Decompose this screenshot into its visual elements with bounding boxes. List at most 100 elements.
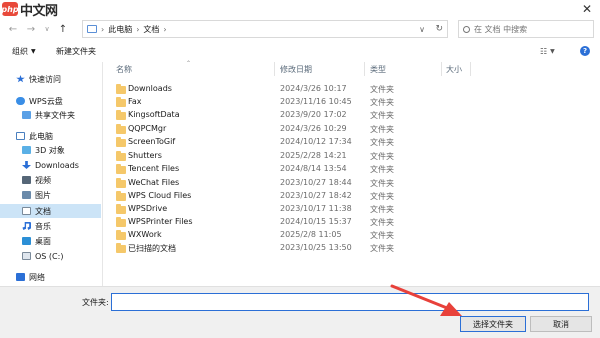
file-name: WeChat Files xyxy=(128,178,180,187)
breadcrumb-documents[interactable]: 文档 xyxy=(143,24,159,35)
search-input[interactable] xyxy=(474,24,584,34)
sidebar-item-label: Downloads xyxy=(35,160,79,170)
file-name: Downloads xyxy=(128,84,172,93)
cloud-icon xyxy=(16,97,25,105)
file-row[interactable]: Downloads 2024/3/26 10:17 文件夹 xyxy=(104,83,464,96)
new-folder-button[interactable]: 新建文件夹 xyxy=(56,46,96,57)
file-row[interactable]: Fax 2023/11/16 10:45 文件夹 xyxy=(104,96,464,109)
breadcrumb-separator: › xyxy=(136,24,140,34)
file-name: WPSPrinter Files xyxy=(128,217,193,226)
file-row[interactable]: 已扫描的文档 2023/10/25 13:50 文件夹 xyxy=(104,242,464,255)
command-bar: 组织 ▼ 新建文件夹 ☷ ▼ ? xyxy=(0,42,600,60)
organize-button[interactable]: 组织 ▼ xyxy=(12,46,36,57)
sidebar-item-documents[interactable]: 文档 xyxy=(0,204,101,218)
sidebar-item-3d-objects[interactable]: 3D 对象 xyxy=(0,143,101,157)
folder-icon xyxy=(116,243,126,253)
folder-icon xyxy=(116,124,126,134)
folder-icon xyxy=(116,230,126,240)
column-divider[interactable] xyxy=(441,62,442,76)
close-icon[interactable]: ✕ xyxy=(582,2,592,16)
file-type: 文件夹 xyxy=(370,165,394,174)
view-options-button[interactable]: ☷ ▼ xyxy=(540,47,555,56)
file-name: WPSDrive xyxy=(128,204,168,213)
folder-field-label: 文件夹: xyxy=(82,298,109,307)
column-header-type[interactable]: 类型 xyxy=(370,62,386,76)
sidebar-item-label: 网络 xyxy=(29,272,45,282)
folder-icon xyxy=(116,110,126,120)
file-type: 文件夹 xyxy=(370,98,394,107)
select-folder-button[interactable]: 选择文件夹 xyxy=(460,316,526,332)
breadcrumb-separator: › xyxy=(101,24,105,34)
sidebar-item-wps-cloud[interactable]: WPS云盘 xyxy=(0,94,101,108)
file-date: 2023/11/16 10:45 xyxy=(280,97,352,106)
sidebar-item-videos[interactable]: 视频 xyxy=(0,173,101,187)
file-date: 2024/8/14 13:54 xyxy=(280,164,347,173)
file-date: 2024/3/26 10:17 xyxy=(280,84,347,93)
file-date: 2025/2/28 14:21 xyxy=(280,151,347,160)
chevron-down-icon[interactable]: ∨ xyxy=(419,25,425,34)
cancel-button[interactable]: 取消 xyxy=(530,316,592,332)
column-header-date[interactable]: 修改日期 xyxy=(280,62,312,76)
breadcrumb-this-pc[interactable]: 此电脑 xyxy=(108,24,132,35)
sidebar-item-label: OS (C:) xyxy=(35,251,64,261)
address-row: ← → ∨ ↑ › 此电脑 › 文档 › ∨ ↻ xyxy=(0,18,600,40)
sidebar-item-quick-access[interactable]: 快速访问 xyxy=(0,72,101,86)
recent-locations-button[interactable]: ∨ xyxy=(40,22,54,36)
folder-icon xyxy=(116,204,126,214)
network-icon xyxy=(16,273,25,281)
column-divider[interactable] xyxy=(364,62,365,76)
computer-icon xyxy=(16,132,25,140)
sidebar-item-label: 此电脑 xyxy=(29,131,53,141)
sidebar-item-this-pc[interactable]: 此电脑 xyxy=(0,129,101,143)
file-row[interactable]: ScreenToGif 2024/10/12 17:34 文件夹 xyxy=(104,136,464,149)
help-icon[interactable]: ? xyxy=(580,46,590,56)
caret-down-icon: ▼ xyxy=(550,47,555,55)
sidebar-item-downloads[interactable]: Downloads xyxy=(0,158,101,172)
file-date: 2023/9/20 17:02 xyxy=(280,110,347,119)
shared-folder-icon xyxy=(22,111,31,119)
column-divider[interactable] xyxy=(274,62,275,76)
sidebar-item-music[interactable]: 音乐 xyxy=(0,219,101,233)
column-header-size[interactable]: 大小 xyxy=(446,62,462,76)
file-row[interactable]: QQPCMgr 2024/3/26 10:29 文件夹 xyxy=(104,123,464,136)
forward-button[interactable]: → xyxy=(24,22,38,36)
folder-name-input[interactable] xyxy=(111,293,589,311)
file-row[interactable]: KingsoftData 2023/9/20 17:02 文件夹 xyxy=(104,109,464,122)
address-bar[interactable]: › 此电脑 › 文档 › ∨ ↻ xyxy=(82,20,448,38)
back-button[interactable]: ← xyxy=(6,22,20,36)
view-grid-icon: ☷ xyxy=(540,46,548,56)
file-row[interactable]: WPSDrive 2023/10/17 11:38 文件夹 xyxy=(104,203,464,216)
file-row[interactable]: WXWork 2025/2/8 11:05 文件夹 xyxy=(104,229,464,242)
refresh-icon[interactable]: ↻ xyxy=(435,24,443,34)
file-row[interactable]: WeChat Files 2023/10/27 18:44 文件夹 xyxy=(104,177,464,190)
folder-icon xyxy=(116,137,126,147)
sidebar-item-network[interactable]: 网络 xyxy=(0,270,101,284)
sidebar-item-os-drive[interactable]: OS (C:) xyxy=(0,249,101,263)
column-divider[interactable] xyxy=(470,62,471,76)
file-name: 已扫描的文档 xyxy=(128,244,176,253)
sidebar-item-pictures[interactable]: 图片 xyxy=(0,188,101,202)
sidebar-item-desktop[interactable]: 桌面 xyxy=(0,234,101,248)
caret-down-icon: ▼ xyxy=(31,47,36,55)
search-icon xyxy=(463,25,470,33)
file-type: 文件夹 xyxy=(370,152,394,161)
navigation-pane: 快速访问 WPS云盘 共享文件夹 此电脑 3D 对象 Downloads 视频 … xyxy=(0,62,103,286)
file-name: Tencent Files xyxy=(128,164,180,173)
file-row[interactable]: Tencent Files 2024/8/14 13:54 文件夹 xyxy=(104,163,464,176)
breadcrumb-separator: › xyxy=(163,24,167,34)
file-row[interactable]: WPS Cloud Files 2023/10/27 18:42 文件夹 xyxy=(104,190,464,203)
column-header-name[interactable]: 名称 xyxy=(116,62,132,76)
sort-indicator-icon: ⌃ xyxy=(186,60,192,67)
sidebar-item-label: 共享文件夹 xyxy=(35,110,75,120)
folder-icon xyxy=(116,151,126,161)
folder-icon xyxy=(116,217,126,227)
sidebar-item-label: 图片 xyxy=(35,190,51,200)
file-date: 2024/10/12 17:34 xyxy=(280,137,352,146)
up-button[interactable]: ↑ xyxy=(56,22,70,36)
search-box[interactable] xyxy=(458,20,594,38)
music-icon xyxy=(22,222,31,230)
file-date: 2023/10/17 11:38 xyxy=(280,204,352,213)
sidebar-item-shared-folder[interactable]: 共享文件夹 xyxy=(0,108,101,122)
file-row[interactable]: WPSPrinter Files 2024/10/15 15:37 文件夹 xyxy=(104,216,464,229)
file-row[interactable]: Shutters 2025/2/28 14:21 文件夹 xyxy=(104,150,464,163)
